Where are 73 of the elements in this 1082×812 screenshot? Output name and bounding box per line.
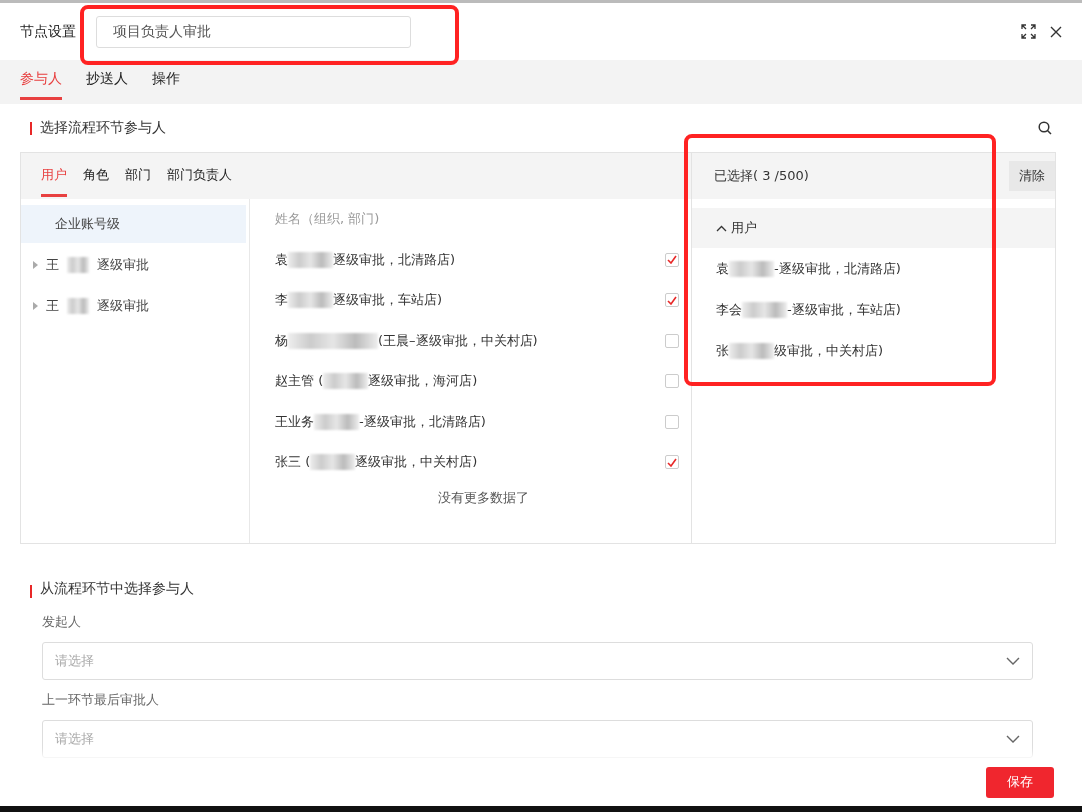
expand-arrow-icon[interactable] <box>33 261 38 269</box>
user-detail: 逐级审批，车站店) <box>333 291 443 310</box>
selected-user-name: 李会 <box>716 300 742 319</box>
redaction-blur <box>323 373 369 390</box>
selected-user-detail: 级审批，中关村店) <box>774 341 884 360</box>
picker-tab[interactable]: 部门负责人 <box>167 155 232 197</box>
check-icon <box>667 255 677 265</box>
fullscreen-icon[interactable] <box>1021 24 1036 39</box>
checkbox[interactable] <box>665 374 679 389</box>
selected-user-detail: -逐级审批，车站店) <box>787 300 901 319</box>
user-detail: 逐级审批，中关村店) <box>355 453 478 472</box>
field-label: 发起人 <box>42 613 81 631</box>
close-icon[interactable] <box>1050 25 1062 38</box>
column-header: 姓名 <box>275 210 301 229</box>
group-label: 用户 <box>731 219 757 237</box>
redaction-blur <box>314 413 359 430</box>
tree-node-label: 王 <box>46 297 59 315</box>
column-hint: （组织, 部门) <box>301 210 380 229</box>
tree-node-label: 企业账号级 <box>55 215 120 233</box>
selected-count: 已选择( 3 /500) <box>714 167 809 185</box>
user-detail: (王晨–逐级审批，中关村店) <box>378 331 538 350</box>
check-icon <box>667 295 677 305</box>
user-name: 张三 ( <box>275 453 311 472</box>
selected-user-name: 张 <box>716 341 729 360</box>
tab[interactable]: 参与人 <box>20 60 62 100</box>
clear-button[interactable]: 清除 <box>1009 161 1055 191</box>
search-icon[interactable] <box>1038 121 1052 135</box>
end-of-list-text: 没有更多数据了 <box>436 488 530 507</box>
user-name: 王业务 <box>275 412 314 431</box>
tree-node-label: 逐级审批 <box>97 297 149 315</box>
redaction-blur <box>288 251 333 268</box>
redaction-blur <box>310 454 356 471</box>
redaction-blur <box>67 298 89 314</box>
redaction-blur <box>288 292 333 309</box>
user-name: 杨 <box>275 331 288 350</box>
window-title: 节点设置 <box>20 22 76 41</box>
checkbox[interactable] <box>665 455 679 470</box>
chevron-down-icon <box>1006 735 1020 743</box>
tree-node[interactable]: 王 逐级审批 <box>21 287 246 325</box>
redaction-blur <box>729 342 774 359</box>
section-title: 选择流程环节参与人 <box>40 119 166 137</box>
redaction-blur <box>67 257 89 273</box>
field-label: 上一环节最后审批人 <box>42 691 159 709</box>
tree-node-label: 逐级审批 <box>97 256 149 274</box>
chevron-down-icon <box>1006 657 1020 665</box>
picker-tab[interactable]: 部门 <box>125 155 151 197</box>
checkbox[interactable] <box>665 293 679 308</box>
picker-tab[interactable]: 角色 <box>83 155 109 197</box>
redaction-blur <box>729 260 774 277</box>
tab[interactable]: 抄送人 <box>86 60 128 100</box>
check-icon <box>667 457 677 467</box>
tree-node[interactable]: 企业账号级 <box>21 205 246 243</box>
save-button[interactable]: 保存 <box>986 766 1054 798</box>
checkbox[interactable] <box>665 333 679 348</box>
tree-node[interactable]: 王 逐级审批 <box>21 246 246 284</box>
user-name: 李 <box>275 291 288 310</box>
redaction-blur <box>742 301 787 318</box>
selected-user-name: 袁 <box>716 259 729 278</box>
checkbox[interactable] <box>665 252 679 267</box>
group-header[interactable]: 用户 <box>692 208 1055 248</box>
user-name: 袁 <box>275 250 288 269</box>
section-title: 从流程环节中选择参与人 <box>40 580 194 598</box>
tab[interactable]: 操作 <box>152 60 180 100</box>
user-detail: 逐级审批，海河店) <box>368 372 478 391</box>
user-name: 赵主管 ( <box>275 372 324 391</box>
picker-tab[interactable]: 用户 <box>41 155 67 197</box>
checkbox[interactable] <box>665 414 679 429</box>
tree-node-label: 王 <box>46 256 59 274</box>
expand-arrow-icon[interactable] <box>33 302 38 310</box>
selected-user-detail: -逐级审批，北清路店) <box>774 259 901 278</box>
node-name-field[interactable]: 项目负责人审批 <box>96 15 411 48</box>
user-detail: -逐级审批，北清路店) <box>359 412 486 431</box>
user-detail: 逐级审批，北清路店) <box>333 250 456 269</box>
